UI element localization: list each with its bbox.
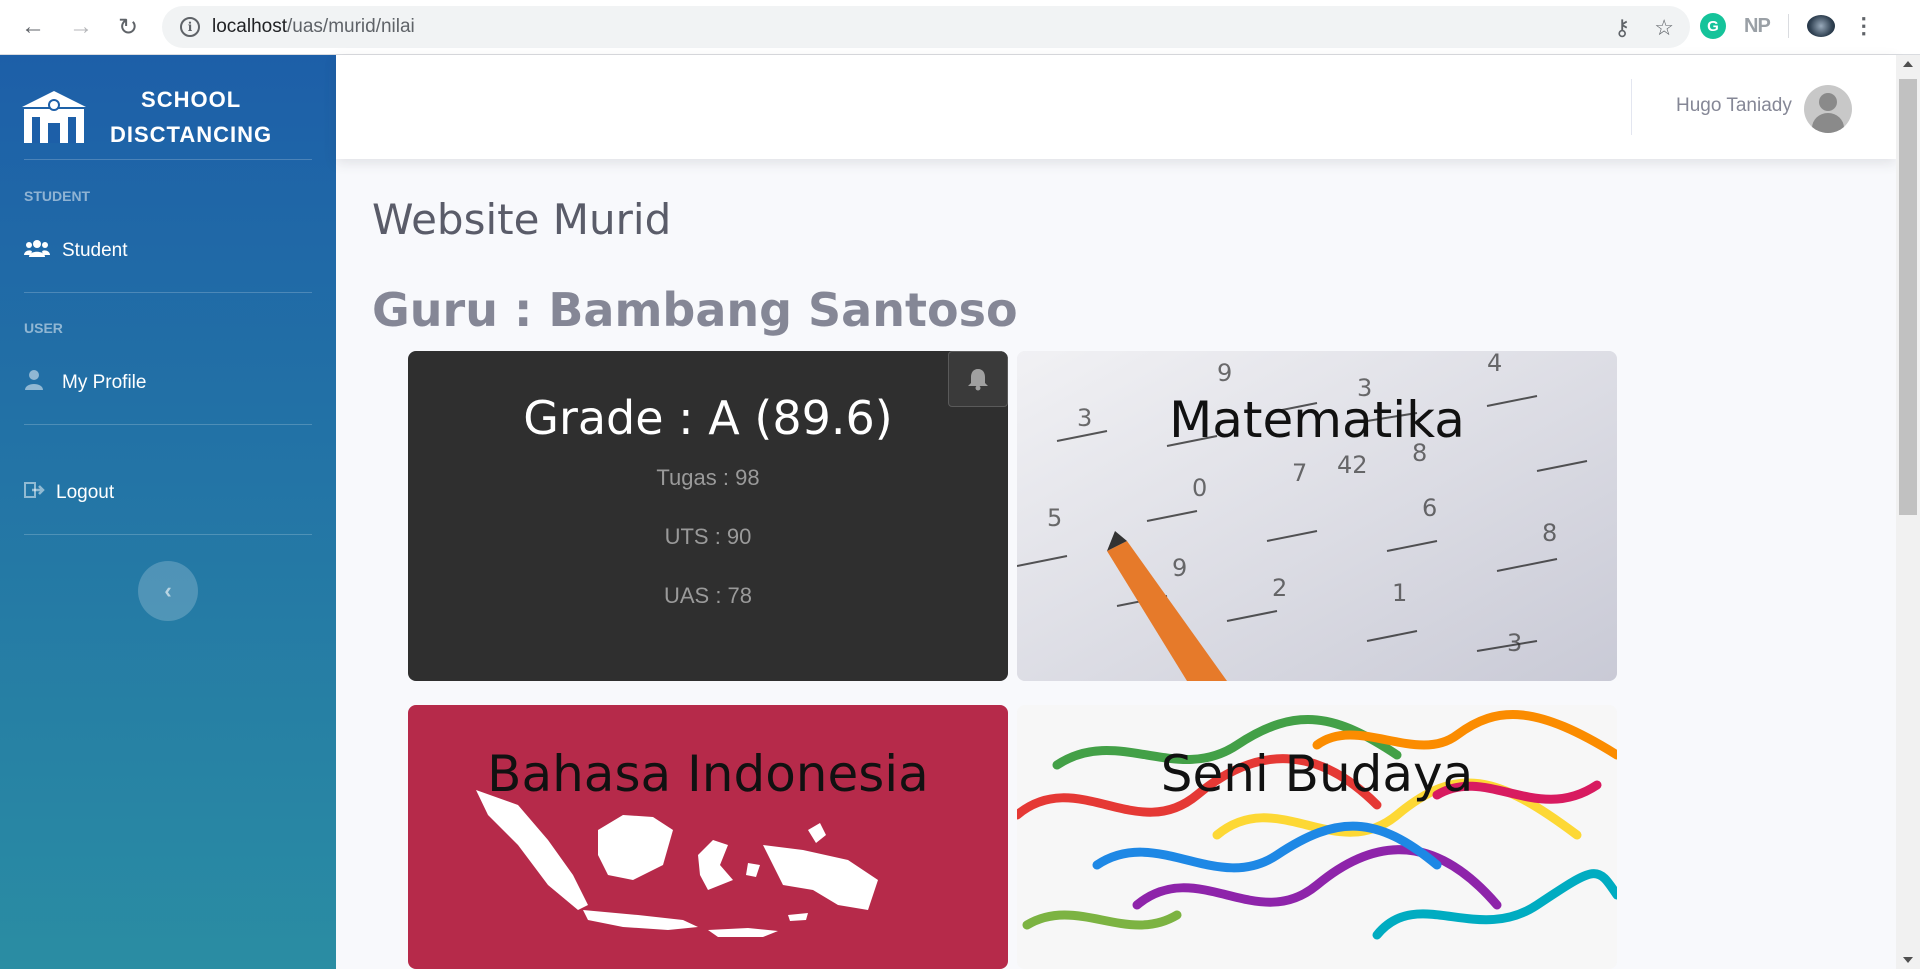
topbar-divider [1631,79,1632,135]
chevron-left-icon: ‹ [164,578,172,603]
reload-icon[interactable]: ↻ [113,12,143,42]
bell-icon [968,369,988,391]
sidebar-divider [24,534,312,535]
svg-text:4: 4 [1487,351,1502,377]
sidebar-item-label: My Profile [62,372,147,393]
browser-toolbar: ← → ↻ i localhost/uas/murid/nilai ⚷ ☆ G … [0,0,1920,55]
page-scrollbar[interactable] [1896,55,1920,969]
subject-title: Bahasa Indonesia [487,745,929,803]
subject-card-matematika[interactable]: 3 9 3 4 0 7 6 8 5 9 2 1 3 42 8 Matematik… [1017,351,1617,681]
user-name[interactable]: Hugo Taniady [1676,95,1792,117]
sidebar: SCHOOL DISCTANCING STUDENT Student USER … [0,55,336,969]
sidebar-item-logout[interactable]: Logout [24,473,114,513]
sidebar-divider [24,292,312,293]
sidebar-heading-user: USER [24,320,63,336]
svg-text:9: 9 [1172,554,1187,582]
notification-button[interactable] [948,351,1008,407]
svg-text:6: 6 [1422,494,1437,522]
grade-title: Grade : A (89.6) [523,391,893,445]
sidebar-toggle-button[interactable]: ‹ [138,561,198,621]
topbar: Hugo Taniady [336,55,1896,159]
brand-link[interactable]: SCHOOL DISCTANCING [22,75,314,159]
page-title: Website Murid [372,195,672,244]
toolbar-separator [1787,14,1789,38]
sidebar-divider [24,159,312,160]
uts-score: UTS : 90 [664,524,752,549]
sidebar-item-my-profile[interactable]: My Profile [24,363,146,403]
users-icon [24,238,52,264]
forward-arrow-icon[interactable]: → [66,12,96,42]
scroll-down-arrow-icon[interactable] [1903,957,1913,963]
scroll-up-arrow-icon[interactable] [1903,61,1913,67]
svg-text:0: 0 [1192,474,1207,502]
sidebar-item-student[interactable]: Student [24,231,128,271]
svg-text:9: 9 [1217,359,1232,387]
sidebar-item-label: Student [62,240,128,261]
star-icon[interactable]: ☆ [1654,15,1674,41]
svg-text:3: 3 [1507,629,1522,657]
subject-card-seni-budaya[interactable]: Seni Budaya [1017,705,1617,969]
school-icon [22,91,86,143]
teacher-name: Guru : Bambang Santoso [372,283,1018,337]
sign-out-icon [24,481,46,505]
url-text[interactable]: localhost/uas/murid/nilai [212,16,415,38]
grammarly-extension-icon[interactable]: G [1700,13,1726,39]
user-avatar[interactable] [1804,85,1852,133]
back-arrow-icon[interactable]: ← [18,12,48,42]
user-icon [24,370,52,396]
tugas-score: Tugas : 98 [656,465,760,490]
menu-dots-icon[interactable]: ⋮ [1853,13,1875,39]
subject-title: Matematika [1169,391,1465,449]
uas-score: UAS : 78 [663,583,753,608]
scroll-thumb[interactable] [1899,79,1917,515]
svg-text:5: 5 [1047,504,1062,532]
info-icon[interactable]: i [180,17,200,37]
grade-card: Grade : A (89.6) Tugas : 98 UTS : 90 UAS… [408,351,1008,681]
subject-title: Seni Budaya [1160,745,1474,803]
sidebar-item-label: Logout [56,482,115,503]
svg-text:1: 1 [1392,579,1407,607]
sidebar-heading-student: STUDENT [24,188,91,204]
brand-name: SCHOOL DISCTANCING [110,87,273,147]
key-icon[interactable]: ⚷ [1614,15,1630,41]
svg-text:42: 42 [1337,451,1368,479]
svg-text:8: 8 [1542,519,1557,547]
svg-text:7: 7 [1292,459,1307,487]
sidebar-divider [24,424,312,425]
profile-avatar-icon[interactable] [1806,15,1835,37]
address-bar[interactable]: i localhost/uas/murid/nilai ⚷ ☆ [162,6,1690,48]
svg-text:2: 2 [1272,574,1287,602]
subject-card-bahasa-indonesia[interactable]: Bahasa Indonesia [408,705,1008,969]
np-extension-icon[interactable]: NP [1744,15,1771,38]
